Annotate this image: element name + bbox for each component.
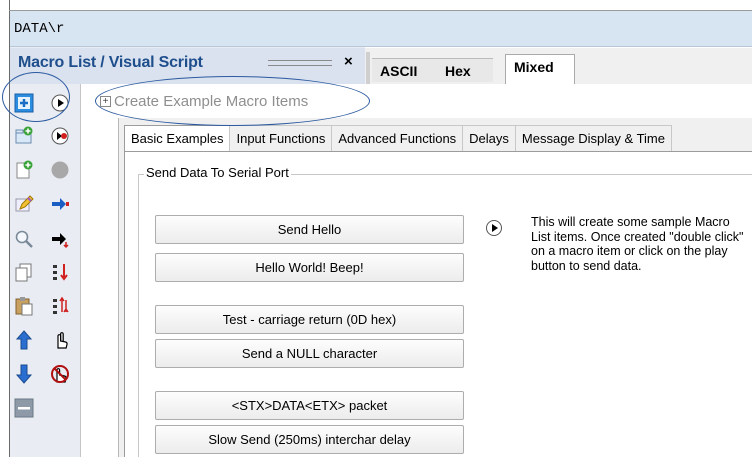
send-arrow-icon[interactable] xyxy=(48,192,72,216)
find-icon[interactable] xyxy=(12,227,36,251)
move-down-icon[interactable] xyxy=(12,362,36,386)
tab-delays[interactable]: Delays xyxy=(462,125,516,151)
test-carriage-return-button[interactable]: Test - carriage return (0D hex) xyxy=(155,305,464,334)
tab-basic-examples[interactable]: Basic Examples xyxy=(124,125,231,153)
new-document-icon[interactable] xyxy=(12,158,36,182)
tab-message-display[interactable]: Message Display & Time xyxy=(514,125,672,151)
new-folder-icon[interactable] xyxy=(12,124,36,148)
annotation-ellipse-add-button xyxy=(2,72,70,122)
slow-send-button[interactable]: Slow Send (250ms) interchar delay xyxy=(155,425,464,454)
send-down-arrow-icon[interactable] xyxy=(48,227,72,251)
tab-ascii[interactable]: ASCII xyxy=(372,58,438,82)
path-bar-text: DATA\r xyxy=(14,21,65,37)
macro-panel-close-button[interactable]: × xyxy=(344,53,353,70)
macro-toolbar-left xyxy=(10,84,44,457)
send-data-group-label: Send Data To Serial Port xyxy=(144,165,291,180)
paste-icon[interactable] xyxy=(12,294,36,318)
hello-world-beep-button[interactable]: Hello World! Beep! xyxy=(155,253,464,282)
edit-icon[interactable] xyxy=(12,192,36,216)
move-up-icon[interactable] xyxy=(12,328,36,352)
macro-panel-title: Macro List / Visual Script xyxy=(18,54,203,71)
copy-icon[interactable] xyxy=(12,260,36,284)
panel-splitter[interactable] xyxy=(366,52,370,84)
hand-cursor-icon[interactable] xyxy=(48,328,72,352)
tab-input-functions[interactable]: Input Functions xyxy=(229,125,333,151)
record-macro-icon[interactable] xyxy=(48,124,72,148)
send-hello-button[interactable]: Send Hello xyxy=(155,215,464,244)
path-bar: DATA\r xyxy=(10,11,752,47)
annotation-ellipse-create-examples xyxy=(95,76,370,126)
help-text: This will create some sample Macro List … xyxy=(531,215,744,273)
stx-data-etx-packet-button[interactable]: <STX>DATA<ETX> packet xyxy=(155,391,464,420)
no-hand-icon[interactable] xyxy=(48,362,72,386)
tab-mixed[interactable]: Mixed xyxy=(505,54,575,84)
example-subtabs: Basic Examples Input Functions Advanced … xyxy=(124,125,672,153)
tab-hex[interactable]: Hex xyxy=(437,58,493,82)
play-info-icon xyxy=(486,220,502,236)
remove-icon[interactable] xyxy=(12,396,36,420)
stop-icon[interactable] xyxy=(48,158,72,182)
macro-toolbar-right xyxy=(44,84,76,457)
sort-updown-icon[interactable] xyxy=(48,294,72,318)
title-drag-grip[interactable] xyxy=(268,60,332,66)
sort-down-icon[interactable] xyxy=(48,260,72,284)
tab-advanced-functions[interactable]: Advanced Functions xyxy=(331,125,464,151)
send-null-character-button[interactable]: Send a NULL character xyxy=(155,339,464,368)
